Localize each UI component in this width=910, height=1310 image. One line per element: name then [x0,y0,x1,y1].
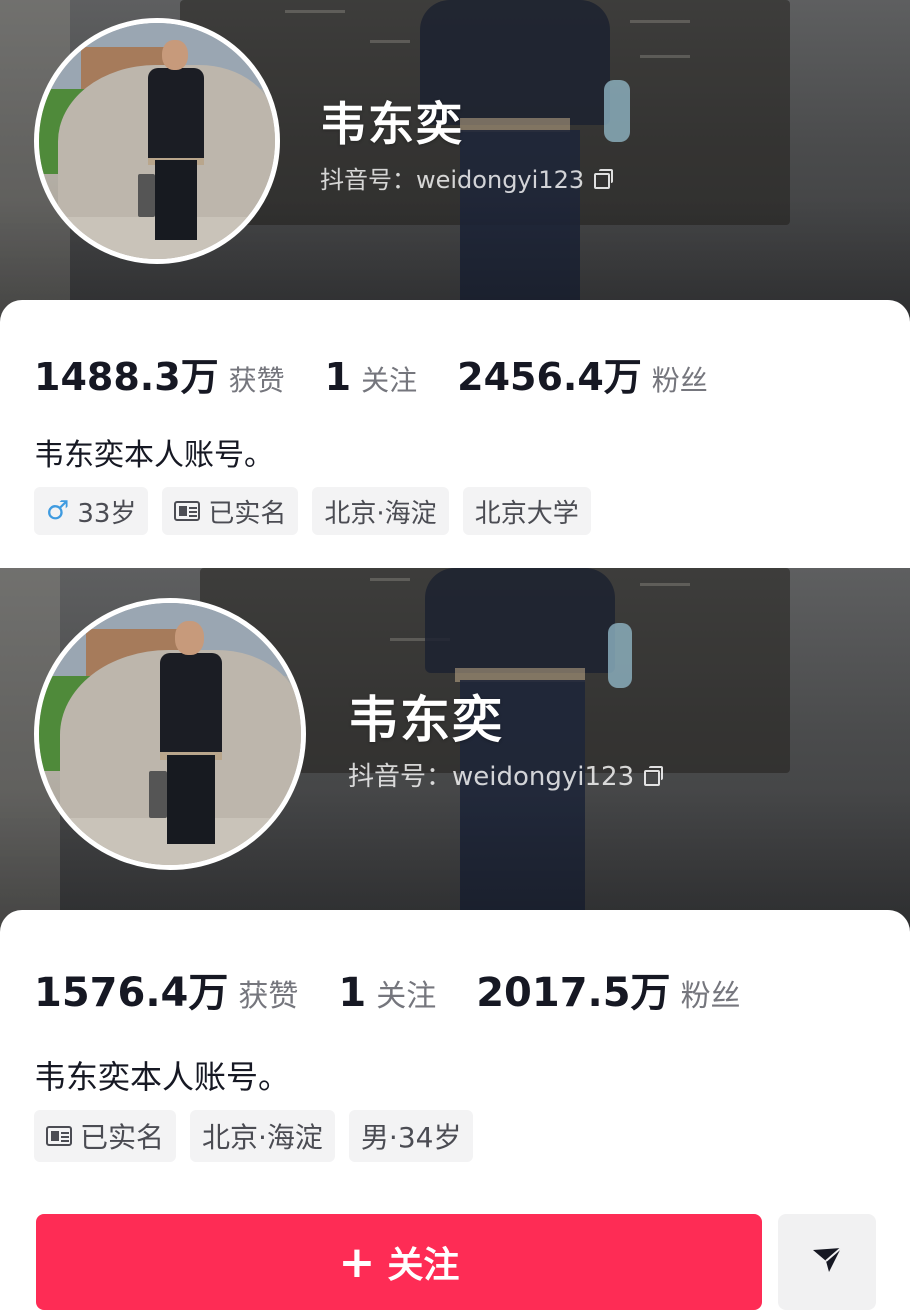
bio: 韦东奕本人账号。 [34,438,274,473]
stats-row: 1488.3万 获赞 1 关注 2456.4万 粉丝 [34,346,748,401]
profile-card: 1488.3万 获赞 1 关注 2456.4万 粉丝 韦东奕本人账号。 ♂ 33… [0,300,910,568]
tag-school-text: 北京大学 [474,498,579,529]
douyin-id[interactable]: 抖音号：weidongyi123 [320,160,614,195]
following-label[interactable]: 关注 [361,359,417,399]
tag-row: ♂ 33岁 已实名 北京·海淀 北京大学 [34,487,591,535]
tag-location[interactable]: 北京·海淀 [190,1110,335,1162]
douyin-id-text: 抖音号：weidongyi123 [348,762,635,792]
following-count[interactable]: 1 [325,355,351,399]
followers-count[interactable]: 2456.4万 [457,346,642,401]
avatar[interactable] [34,18,280,264]
profile-screenshot-1: 韦东奕 抖音号：weidongyi123 1488.3万 获赞 1 关注 245… [0,0,910,568]
following-count[interactable]: 1 [338,970,366,1016]
tag-verified-text: 已实名 [208,498,287,529]
tag-gender-age-text: 33岁 [77,498,137,529]
send-icon [809,1242,845,1282]
id-card-icon [174,501,201,521]
followers-label[interactable]: 粉丝 [681,971,741,1015]
tag-location[interactable]: 北京·海淀 [312,487,449,535]
bio: 韦东奕本人账号。 [34,1058,291,1096]
follow-button-label: 关注 [387,1245,460,1286]
copy-icon[interactable] [594,168,614,189]
tag-gender-age: ♂ 33岁 [34,487,149,535]
tag-verified-text: 已实名 [80,1121,165,1154]
likes-label: 获赞 [228,364,285,397]
likes-count: 1576.4万 [34,970,229,1016]
following-label[interactable]: 关注 [376,971,436,1015]
douyin-id[interactable]: 抖音号：weidongyi123 [348,756,664,793]
profile-name: 韦东奕 [320,97,464,151]
likes-label: 获赞 [238,979,299,1014]
plus-icon: + [338,1236,376,1288]
profile-screenshot-2: 韦东奕 抖音号：weidongyi123 1576.4万 获赞 1 关注 201… [0,568,910,1310]
followers-count[interactable]: 2017.5万 [476,960,670,1018]
follow-button[interactable]: + 关注 [36,1214,762,1310]
tag-verified[interactable]: 已实名 [162,487,299,535]
tag-row: 已实名 北京·海淀 男·34岁 [34,1110,474,1162]
tag-gender-age-text: 男·34岁 [360,1121,462,1154]
stats-row: 1576.4万 获赞 1 关注 2017.5万 粉丝 [34,960,781,1018]
id-card-icon [46,1126,72,1146]
tag-location-text: 北京·海淀 [324,498,437,529]
message-button[interactable] [778,1214,876,1310]
male-icon: ♂ [46,496,70,526]
followers-label[interactable]: 粉丝 [652,359,708,399]
douyin-id-text: 抖音号：weidongyi123 [320,166,585,194]
likes-count: 1488.3万 [34,355,219,399]
tag-location-text: 北京·海淀 [202,1121,323,1154]
profile-name: 韦东奕 [348,691,504,749]
avatar[interactable] [34,598,306,870]
tag-verified[interactable]: 已实名 [34,1110,177,1162]
tag-school[interactable]: 北京大学 [462,487,591,535]
copy-icon[interactable] [644,765,664,786]
tag-gender-age: 男·34岁 [348,1110,474,1162]
